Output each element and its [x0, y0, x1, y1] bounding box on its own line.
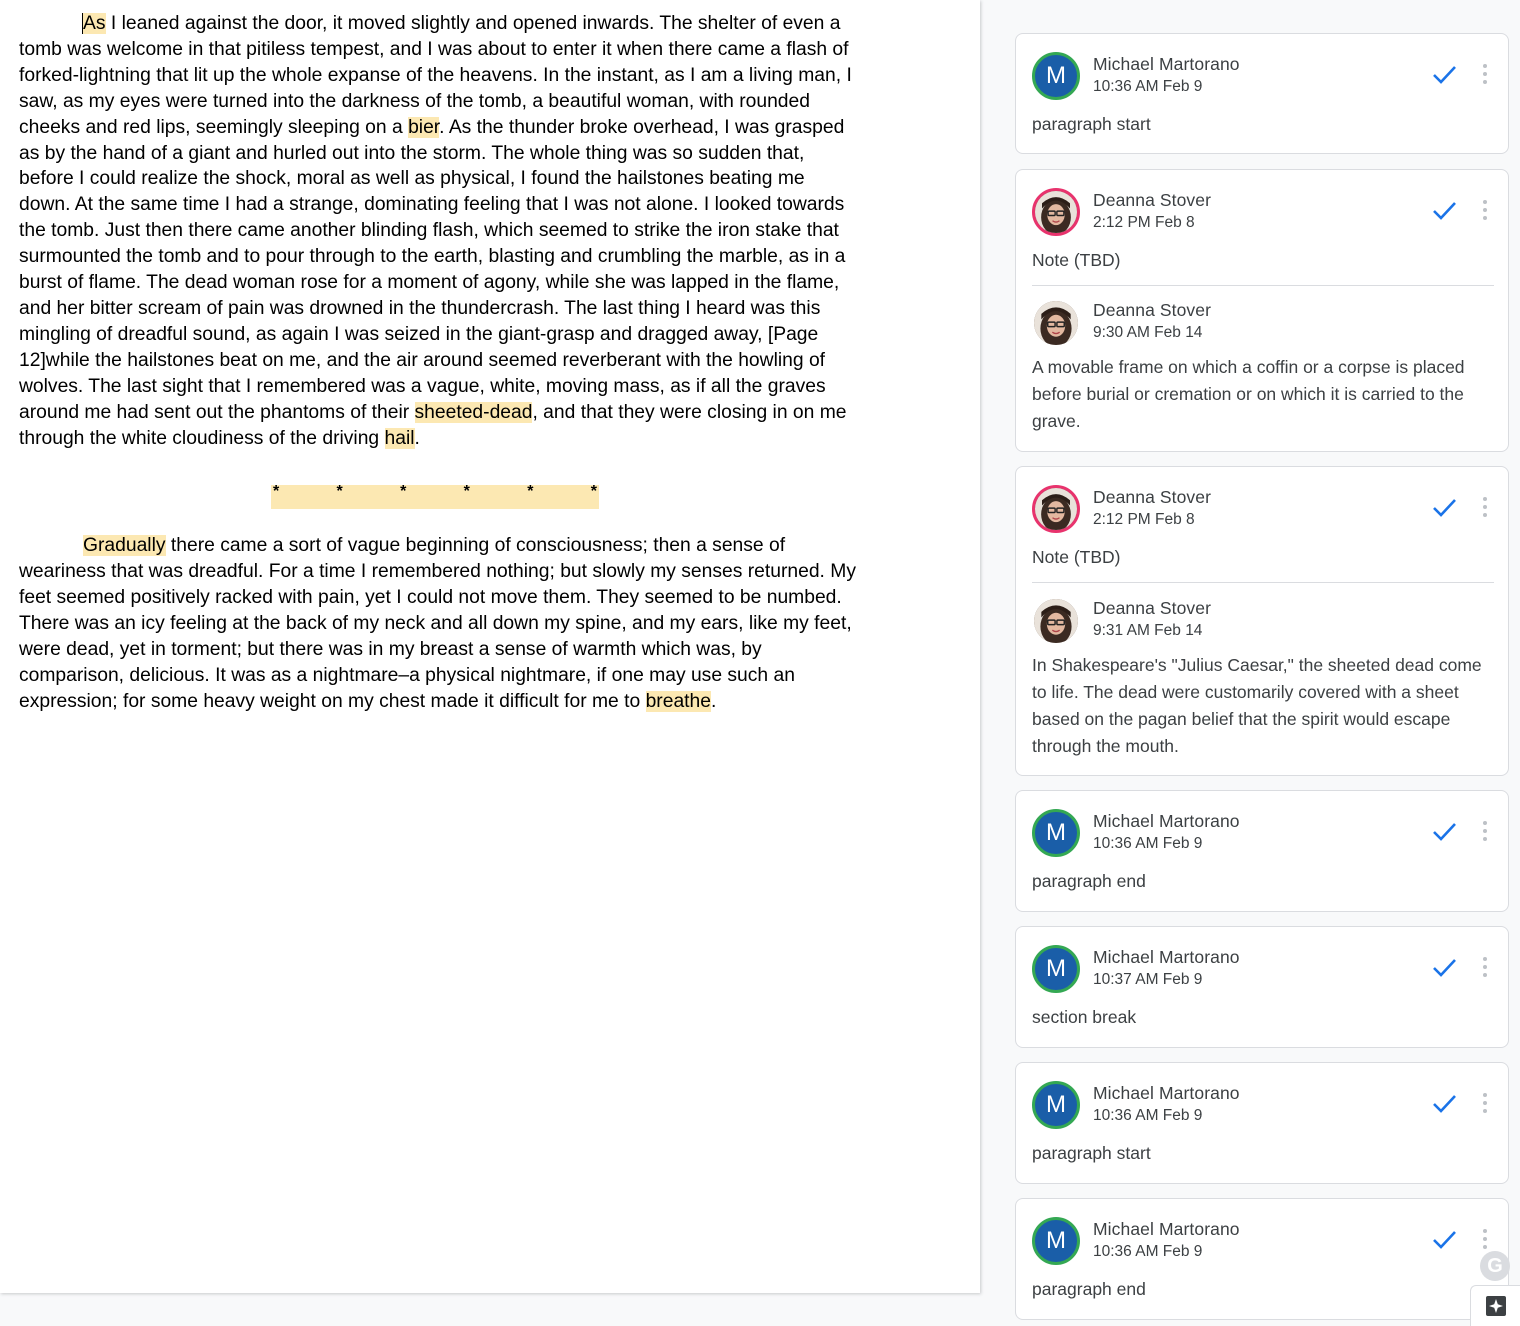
section-break-star: * — [527, 483, 534, 501]
reply-divider — [1032, 285, 1494, 286]
avatar: M — [1032, 945, 1080, 993]
comment-author: Michael Martorano — [1093, 947, 1240, 967]
avatar-initial: M — [1046, 62, 1066, 89]
commented-text[interactable]: Gradually — [83, 535, 166, 557]
check-icon[interactable] — [1430, 953, 1458, 981]
reply-divider — [1032, 582, 1494, 583]
comment-card[interactable]: M Michael Martorano 10:36 AM Feb 9 paragrap… — [1015, 1198, 1509, 1320]
paragraph-1[interactable]: As I leaned against the door, it moved s… — [19, 11, 859, 451]
paragraph-text: . As the thunder broke overhead, I was g… — [19, 116, 846, 423]
more-vert-icon[interactable] — [1476, 817, 1494, 845]
avatar: M — [1032, 1217, 1080, 1265]
comment-timestamp: 10:36 AM Feb 9 — [1093, 1243, 1203, 1260]
avatar-photo — [1034, 599, 1078, 643]
more-vert-icon[interactable] — [1476, 60, 1494, 88]
comment-author: Michael Martorano — [1093, 811, 1240, 831]
avatar-initial: M — [1046, 1227, 1066, 1254]
comment-timestamp: 10:37 AM Feb 9 — [1093, 971, 1203, 988]
avatar-initial: M — [1046, 955, 1066, 982]
explore-button[interactable] — [1470, 1285, 1520, 1326]
comment-author: Deanna Stover — [1093, 487, 1212, 507]
comment-author: Michael Martorano — [1093, 54, 1240, 74]
paragraph-text: . — [710, 690, 717, 712]
document-page: As I leaned against the door, it moved s… — [0, 0, 980, 1293]
comment-timestamp: 10:36 AM Feb 9 — [1093, 78, 1203, 95]
comment-card[interactable]: M Michael Martorano 10:36 AM Feb 9 paragrap… — [1015, 790, 1509, 912]
document-body[interactable]: As I leaned against the door, it moved s… — [19, 11, 859, 715]
comment-timestamp: 2:12 PM Feb 8 — [1093, 214, 1195, 231]
check-icon[interactable] — [1430, 1089, 1458, 1117]
comments-sidebar: M Michael Martorano 10:36 AM Feb 9 paragrap… — [981, 0, 1520, 1326]
comment-text: paragraph start — [1032, 1143, 1151, 1163]
commented-text[interactable]: bier — [408, 116, 440, 138]
section-break-star: * — [463, 483, 470, 501]
comment-card[interactable]: Deanna Stover 2:12 PM Feb 8 Note (TBD) Dean… — [1015, 169, 1509, 452]
paragraph-2[interactable]: Gradually there came a sort of vague beg… — [19, 533, 859, 714]
avatar-initial: M — [1046, 1091, 1066, 1118]
check-icon[interactable] — [1430, 1225, 1458, 1253]
commented-text[interactable]: hail — [384, 427, 415, 449]
grammarly-glyph: G — [1487, 1254, 1503, 1277]
avatar-initial: M — [1046, 819, 1066, 846]
more-vert-icon[interactable] — [1476, 1225, 1494, 1253]
section-break-star: * — [590, 483, 597, 501]
comment-card[interactable]: M Michael Martorano 10:37 AM Feb 9 section … — [1015, 926, 1509, 1048]
comment-text: A movable frame on which a coffin or a c… — [1032, 357, 1465, 431]
more-vert-icon[interactable] — [1476, 953, 1494, 981]
comment-card[interactable]: M Michael Martorano 10:36 AM Feb 9 paragrap… — [1015, 33, 1509, 154]
check-icon[interactable] — [1430, 493, 1458, 521]
comment-timestamp: 2:12 PM Feb 8 — [1093, 511, 1195, 528]
comment-timestamp: 10:36 AM Feb 9 — [1093, 1107, 1203, 1124]
explore-sparkle-icon — [1485, 1296, 1506, 1316]
check-icon[interactable] — [1430, 817, 1458, 845]
comment-text: section break — [1032, 1007, 1137, 1027]
check-icon[interactable] — [1430, 196, 1458, 224]
paragraph-text: . — [414, 427, 420, 449]
paragraph-text: there came a sort of vague beginning of … — [19, 535, 856, 712]
comment-text: In Shakespeare's "Julius Caesar," the sh… — [1032, 655, 1482, 756]
comment-card[interactable]: M Michael Martorano 10:36 AM Feb 9 paragrap… — [1015, 1062, 1509, 1184]
comment-text: paragraph start — [1032, 114, 1151, 134]
comment-text: paragraph end — [1032, 1279, 1146, 1299]
section-break-stars: * * * * * * — [271, 483, 599, 510]
avatar: M — [1032, 52, 1080, 100]
more-vert-icon[interactable] — [1476, 1089, 1494, 1117]
avatar: M — [1032, 809, 1080, 857]
comment-text: Note (TBD) — [1032, 547, 1121, 567]
comment-text: Note (TBD) — [1032, 250, 1121, 270]
comment-author: Deanna Stover — [1093, 300, 1212, 320]
comment-author: Deanna Stover — [1093, 190, 1212, 210]
comment-timestamp: 10:36 AM Feb 9 — [1093, 835, 1203, 852]
comment-timestamp: 9:30 AM Feb 14 — [1093, 324, 1203, 341]
more-vert-icon[interactable] — [1476, 196, 1494, 224]
comment-author: Michael Martorano — [1093, 1083, 1240, 1103]
commented-text[interactable]: breathe — [645, 690, 711, 712]
comment-timestamp: 9:31 AM Feb 14 — [1093, 622, 1203, 639]
avatar-photo — [1032, 188, 1080, 236]
comment-card[interactable]: Deanna Stover 2:12 PM Feb 8 Note (TBD) Dean… — [1015, 466, 1509, 776]
avatar-photo — [1034, 301, 1078, 345]
section-break-star: * — [400, 483, 407, 501]
comment-author: Michael Martorano — [1093, 1219, 1240, 1239]
avatar-photo — [1032, 485, 1080, 533]
more-vert-icon[interactable] — [1476, 493, 1494, 521]
section-break[interactable]: * * * * * * — [19, 481, 859, 510]
section-break-star: * — [336, 483, 343, 501]
section-break-star: * — [273, 483, 280, 501]
comment-text: paragraph end — [1032, 871, 1146, 891]
avatar: M — [1032, 1081, 1080, 1129]
check-icon[interactable] — [1430, 60, 1458, 88]
commented-text[interactable]: As — [82, 13, 106, 34]
grammarly-icon[interactable]: G — [1480, 1251, 1510, 1281]
commented-text[interactable]: sheeted-dead — [414, 401, 533, 423]
comment-author: Deanna Stover — [1093, 598, 1212, 618]
